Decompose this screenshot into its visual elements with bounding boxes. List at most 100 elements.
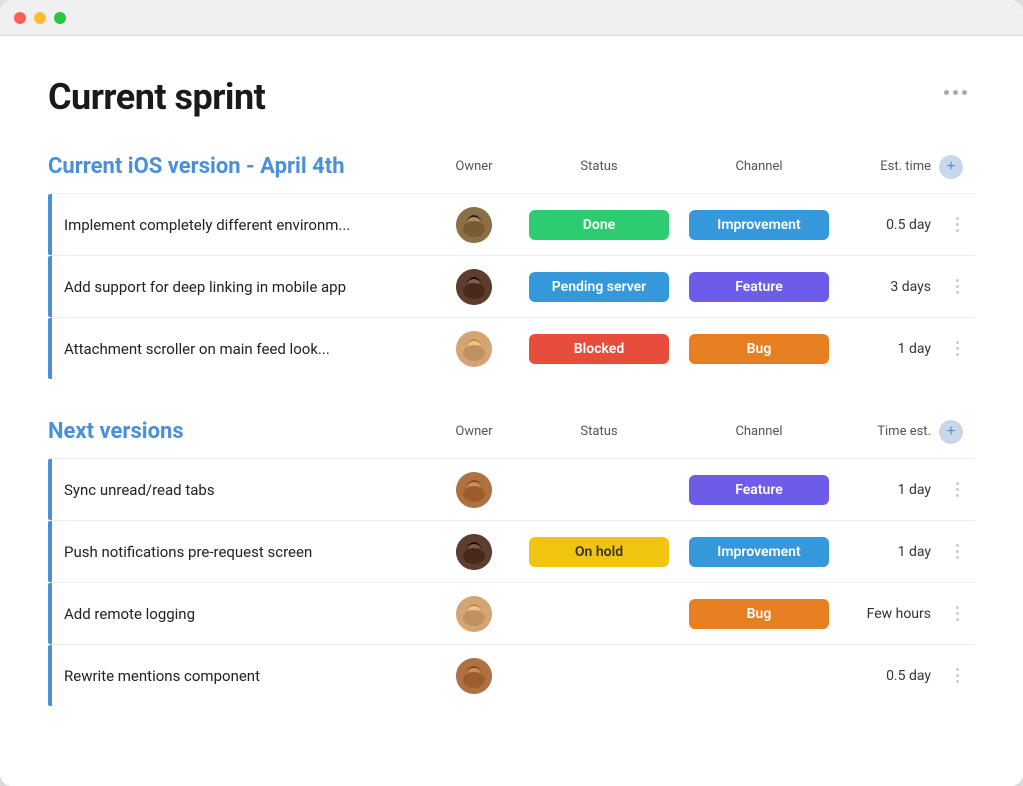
more-dot-2 (953, 90, 958, 95)
more-dot-2 (956, 347, 959, 350)
more-dot-1 (956, 606, 959, 609)
owner-cell (429, 534, 519, 570)
section-ios: Current iOS version - April 4thOwnerStat… (48, 154, 975, 379)
channel-cell: Feature (679, 475, 839, 505)
avatar (456, 207, 492, 243)
channel-badge: Bug (689, 599, 829, 629)
table-row[interactable]: Attachment scroller on main feed look...… (48, 317, 975, 379)
row-options-button[interactable] (952, 213, 963, 236)
col-header-time: Est. time (839, 159, 939, 174)
page-title: Current sprint (48, 76, 265, 118)
owner-cell (429, 331, 519, 367)
row-options-button[interactable] (952, 478, 963, 501)
col-headers-next: OwnerStatusChannelTime est.+ (417, 420, 975, 444)
more-dot-2 (956, 223, 959, 226)
table-row[interactable]: Add remote logging BugFew hours (48, 582, 975, 644)
row-options-button[interactable] (952, 664, 963, 687)
section-next-header: Next versionsOwnerStatusChannelTime est.… (48, 419, 975, 444)
col-header-status: Status (519, 159, 679, 174)
add-row-button-next[interactable]: + (939, 420, 963, 444)
titlebar (0, 0, 1023, 36)
avatar (456, 472, 492, 508)
owner-cell (429, 658, 519, 694)
table-row[interactable]: Rewrite mentions component 0.5 day (48, 644, 975, 706)
row-more-cell (939, 275, 975, 298)
time-estimate: 1 day (839, 482, 939, 498)
table-row[interactable]: Add support for deep linking in mobile a… (48, 255, 975, 317)
owner-cell (429, 472, 519, 508)
status-cell: Pending server (519, 272, 679, 302)
col-header-status: Status (519, 424, 679, 439)
channel-cell: Feature (679, 272, 839, 302)
row-more-cell (939, 602, 975, 625)
avatar (456, 658, 492, 694)
time-estimate: 0.5 day (839, 668, 939, 684)
col-header-owner: Owner (429, 424, 519, 439)
avatar (456, 331, 492, 367)
owner-cell (429, 269, 519, 305)
table-row[interactable]: Push notifications pre-request screen On… (48, 520, 975, 582)
close-button[interactable] (14, 12, 26, 24)
app-window: Current sprint Current iOS version - Apr… (0, 0, 1023, 786)
avatar (456, 596, 492, 632)
section-ios-header: Current iOS version - April 4thOwnerStat… (48, 154, 975, 179)
table-ios: Implement completely different environm.… (48, 193, 975, 379)
owner-cell (429, 596, 519, 632)
status-badge: Done (529, 210, 669, 240)
task-label: Push notifications pre-request screen (52, 529, 429, 575)
more-dot-3 (956, 556, 959, 559)
status-badge: Pending server (529, 272, 669, 302)
task-label: Implement completely different environm.… (52, 202, 429, 248)
status-badge: On hold (529, 537, 669, 567)
row-options-button[interactable] (952, 602, 963, 625)
more-options-button[interactable] (936, 86, 975, 99)
col-header-channel: Channel (679, 424, 839, 439)
more-dot-1 (956, 217, 959, 220)
task-label: Rewrite mentions component (52, 653, 429, 699)
more-dot-3 (962, 90, 967, 95)
table-next: Sync unread/read tabs Feature1 dayPush n… (48, 458, 975, 706)
more-dot-1 (956, 544, 959, 547)
more-dot-3 (956, 494, 959, 497)
more-dot-3 (956, 229, 959, 232)
row-more-cell (939, 664, 975, 687)
col-header-owner: Owner (429, 159, 519, 174)
more-dot-1 (956, 279, 959, 282)
maximize-button[interactable] (54, 12, 66, 24)
page-header: Current sprint (48, 76, 975, 118)
more-dot-3 (956, 291, 959, 294)
table-row[interactable]: Implement completely different environm.… (48, 193, 975, 255)
more-dot-1 (944, 90, 949, 95)
more-dot-3 (956, 680, 959, 683)
more-dot-1 (956, 341, 959, 344)
task-label: Add remote logging (52, 591, 429, 637)
col-header-channel: Channel (679, 159, 839, 174)
channel-cell: Bug (679, 334, 839, 364)
sections-container: Current iOS version - April 4thOwnerStat… (48, 154, 975, 706)
channel-cell: Improvement (679, 537, 839, 567)
minimize-button[interactable] (34, 12, 46, 24)
col-headers-ios: OwnerStatusChannelEst. time+ (417, 155, 975, 179)
avatar (456, 534, 492, 570)
row-more-cell (939, 478, 975, 501)
row-options-button[interactable] (952, 275, 963, 298)
time-estimate: 0.5 day (839, 217, 939, 233)
row-more-cell (939, 540, 975, 563)
more-dot-1 (956, 668, 959, 671)
channel-cell: Bug (679, 599, 839, 629)
section-next-title: Next versions (48, 419, 417, 444)
add-row-button-ios[interactable]: + (939, 155, 963, 179)
channel-badge: Feature (689, 475, 829, 505)
status-cell: Blocked (519, 334, 679, 364)
more-dot-2 (956, 488, 959, 491)
row-options-button[interactable] (952, 540, 963, 563)
channel-badge: Feature (689, 272, 829, 302)
more-dot-2 (956, 285, 959, 288)
section-ios-title: Current iOS version - April 4th (48, 154, 417, 179)
more-dot-3 (956, 618, 959, 621)
status-badge: Blocked (529, 334, 669, 364)
table-row[interactable]: Sync unread/read tabs Feature1 day (48, 458, 975, 520)
more-dot-1 (956, 482, 959, 485)
page-content: Current sprint Current iOS version - Apr… (0, 36, 1023, 786)
row-options-button[interactable] (952, 337, 963, 360)
